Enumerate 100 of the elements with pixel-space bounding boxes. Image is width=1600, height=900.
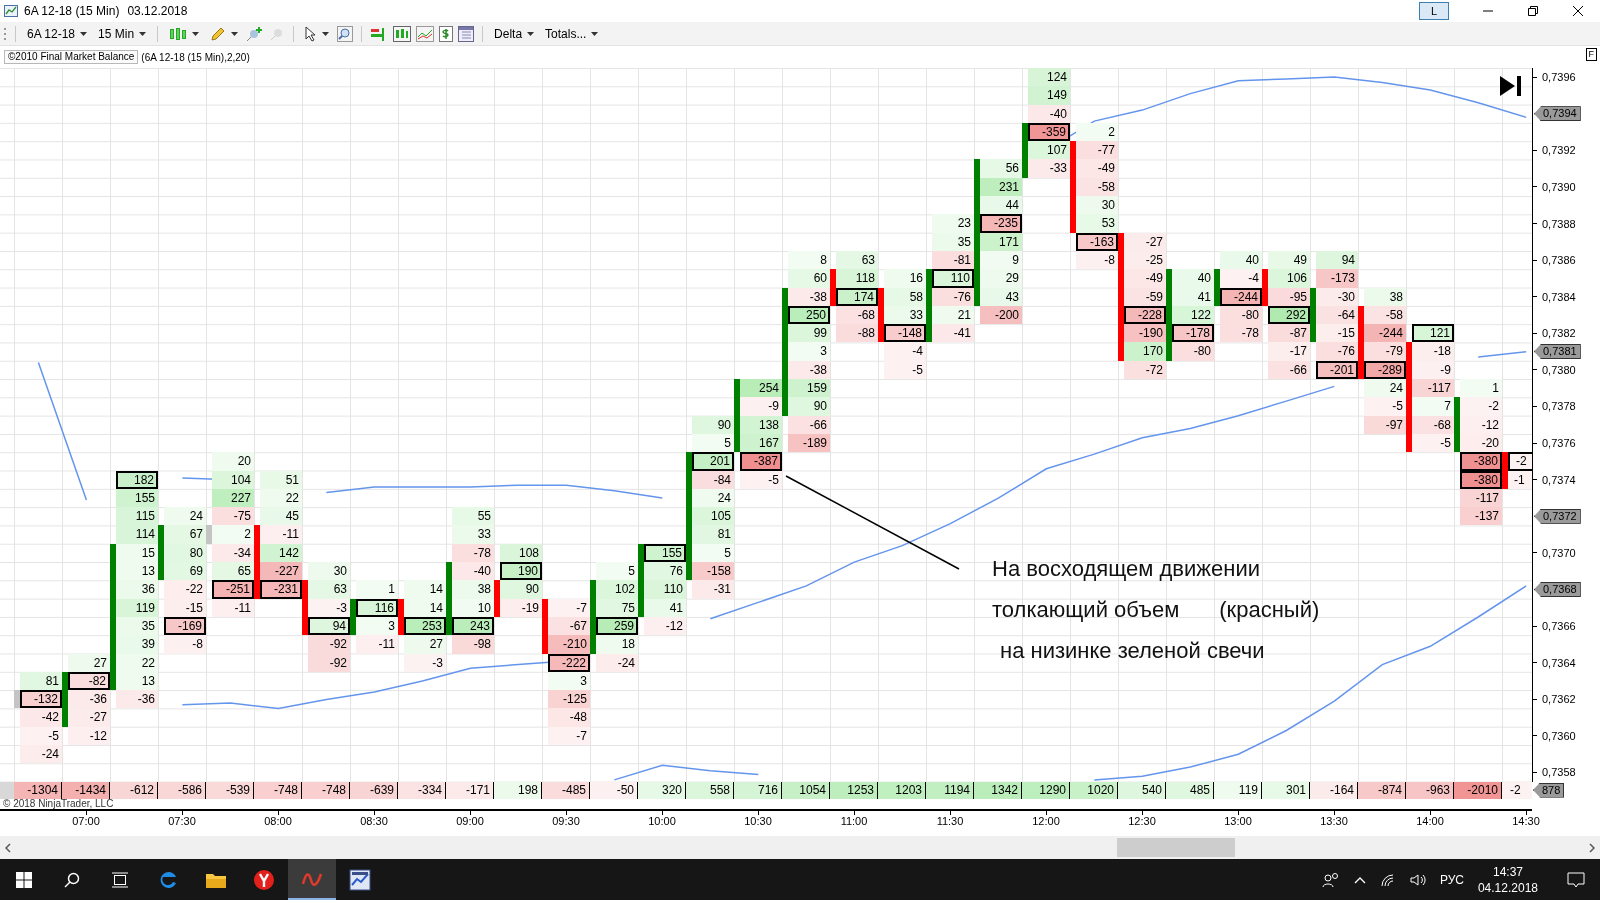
delta-cell: -42 bbox=[20, 708, 62, 727]
total-cell: -586 bbox=[158, 781, 206, 799]
scroll-left-icon[interactable] bbox=[5, 842, 11, 853]
total-cell: 1203 bbox=[878, 781, 926, 799]
total-cell: 540 bbox=[1118, 781, 1166, 799]
delta-cell: 110 bbox=[932, 269, 974, 288]
copyright-text: © 2018 NinjaTrader, LLC bbox=[2, 798, 115, 809]
wifi-icon[interactable] bbox=[1379, 872, 1396, 887]
delta-cell: -48 bbox=[548, 708, 590, 727]
task-view-icon[interactable] bbox=[111, 871, 129, 888]
delta-cell: -7 bbox=[548, 598, 590, 617]
instrument-dropdown[interactable]: 6A 12-18 bbox=[24, 23, 91, 44]
candlestick-chart-icon[interactable] bbox=[393, 25, 412, 42]
scroll-right-icon[interactable] bbox=[1589, 842, 1595, 853]
delta-cell: -244 bbox=[1364, 324, 1406, 343]
total-cell: -171 bbox=[446, 781, 494, 799]
totals-dropdown[interactable]: Totals... bbox=[542, 23, 602, 44]
delta-cell: 53 bbox=[1076, 214, 1118, 233]
table-icon[interactable] bbox=[458, 25, 475, 42]
delta-cell: 108 bbox=[500, 543, 542, 562]
delta-cell: -80 bbox=[1172, 342, 1214, 361]
skip-to-end-icon[interactable] bbox=[1500, 76, 1522, 96]
time-label: 08:30 bbox=[359, 814, 389, 827]
total-cell: -1304 bbox=[14, 781, 62, 799]
window-date: 03.12.2018 bbox=[127, 4, 188, 18]
total-cell: 485 bbox=[1166, 781, 1214, 799]
delta-cell: 36 bbox=[116, 580, 158, 599]
total-cell: 320 bbox=[638, 781, 686, 799]
delta-cell: 55 bbox=[452, 507, 494, 526]
time-label: 14:00 bbox=[1415, 814, 1445, 827]
delta-cell: 182 bbox=[116, 470, 158, 489]
delta-cell: -380 bbox=[1460, 452, 1502, 471]
language-indicator[interactable]: РУС bbox=[1439, 872, 1464, 887]
delta-cell: -4 bbox=[1220, 269, 1262, 288]
volume-icon[interactable] bbox=[1409, 872, 1426, 887]
total-cell: -963 bbox=[1406, 781, 1454, 799]
delta-cell: -49 bbox=[1124, 269, 1166, 288]
people-icon[interactable] bbox=[1321, 871, 1340, 888]
delta-cell: 102 bbox=[596, 580, 638, 599]
time-label: 08:00 bbox=[263, 814, 293, 827]
total-cell: -539 bbox=[206, 781, 254, 799]
delta-cell: 124 bbox=[1028, 68, 1070, 87]
delta-cell: -210 bbox=[548, 635, 590, 654]
notification-icon[interactable] bbox=[1567, 871, 1585, 888]
delta-cell: 121 bbox=[1412, 324, 1454, 343]
delta-cell: -11 bbox=[356, 635, 398, 654]
browser-icon[interactable] bbox=[253, 868, 275, 891]
delta-cell: 149 bbox=[1028, 86, 1070, 105]
caret-icon bbox=[192, 31, 200, 36]
delta-cell: 33 bbox=[452, 525, 494, 544]
price-label: 0,7366 bbox=[1542, 620, 1576, 633]
delta-cell: 99 bbox=[788, 324, 830, 343]
delta-cell: -387 bbox=[740, 452, 782, 471]
delta-cell: 44 bbox=[980, 196, 1022, 215]
delta-cell: 110 bbox=[644, 580, 686, 599]
clock[interactable]: 14:37 04.12.2018 bbox=[1477, 863, 1538, 896]
total-cell: -164 bbox=[1310, 781, 1358, 799]
price-label: 0,7384 bbox=[1542, 290, 1576, 303]
total-cell: 198 bbox=[494, 781, 542, 799]
price-label: 0,7388 bbox=[1542, 217, 1576, 230]
delta-cell: 2 bbox=[212, 525, 254, 544]
indicator-params: (6A 12-18 (15 Min),2,20) bbox=[141, 51, 250, 63]
delta-cell: -77 bbox=[1076, 141, 1118, 160]
delta-cell: -2 bbox=[1460, 397, 1502, 416]
delta-cell: 65 bbox=[212, 562, 254, 581]
cursor-icon bbox=[305, 25, 318, 42]
zoom-icon[interactable] bbox=[337, 25, 354, 42]
total-cell: 1054 bbox=[782, 781, 830, 799]
annotation-text: (красный) bbox=[1219, 596, 1320, 624]
delta-cell: 90 bbox=[692, 415, 734, 434]
dollar-icon[interactable] bbox=[439, 25, 454, 42]
delta-cell: 1 bbox=[1460, 379, 1502, 398]
interval-dropdown[interactable]: 15 Min bbox=[95, 23, 150, 44]
delta-cell: 114 bbox=[116, 525, 158, 544]
chart-app-icon[interactable] bbox=[349, 868, 371, 891]
delta-cell: 14 bbox=[404, 580, 446, 599]
delta-cell: 38 bbox=[1364, 287, 1406, 306]
delta-cell: -227 bbox=[260, 562, 302, 581]
total-cell: -612 bbox=[110, 781, 158, 799]
delta-cell: -9 bbox=[740, 397, 782, 416]
windows-start-icon[interactable] bbox=[16, 871, 32, 888]
delta-cell: 38 bbox=[452, 580, 494, 599]
chevron-up-icon[interactable] bbox=[1353, 875, 1366, 884]
delta-cell: -22 bbox=[164, 580, 206, 599]
panel-button[interactable]: F bbox=[1585, 48, 1597, 61]
chart-icon bbox=[4, 5, 18, 17]
layout-button[interactable]: L bbox=[1419, 2, 1449, 20]
pin-add-icon[interactable] bbox=[246, 25, 265, 42]
delta-cell: 45 bbox=[260, 507, 302, 526]
grip-icon bbox=[4, 26, 7, 41]
delta-dropdown[interactable]: Delta bbox=[491, 23, 538, 44]
delta-cell: -88 bbox=[836, 324, 878, 343]
total-cell: 1253 bbox=[830, 781, 878, 799]
delta-cell: -2 bbox=[1508, 452, 1532, 471]
price-label: 0,7362 bbox=[1542, 693, 1576, 706]
search-icon[interactable] bbox=[64, 871, 80, 888]
delta-cell: 155 bbox=[644, 543, 686, 562]
line-chart-icon[interactable] bbox=[416, 25, 435, 42]
time-label: 09:00 bbox=[455, 814, 485, 827]
scrollbar-thumb[interactable] bbox=[1117, 838, 1235, 857]
